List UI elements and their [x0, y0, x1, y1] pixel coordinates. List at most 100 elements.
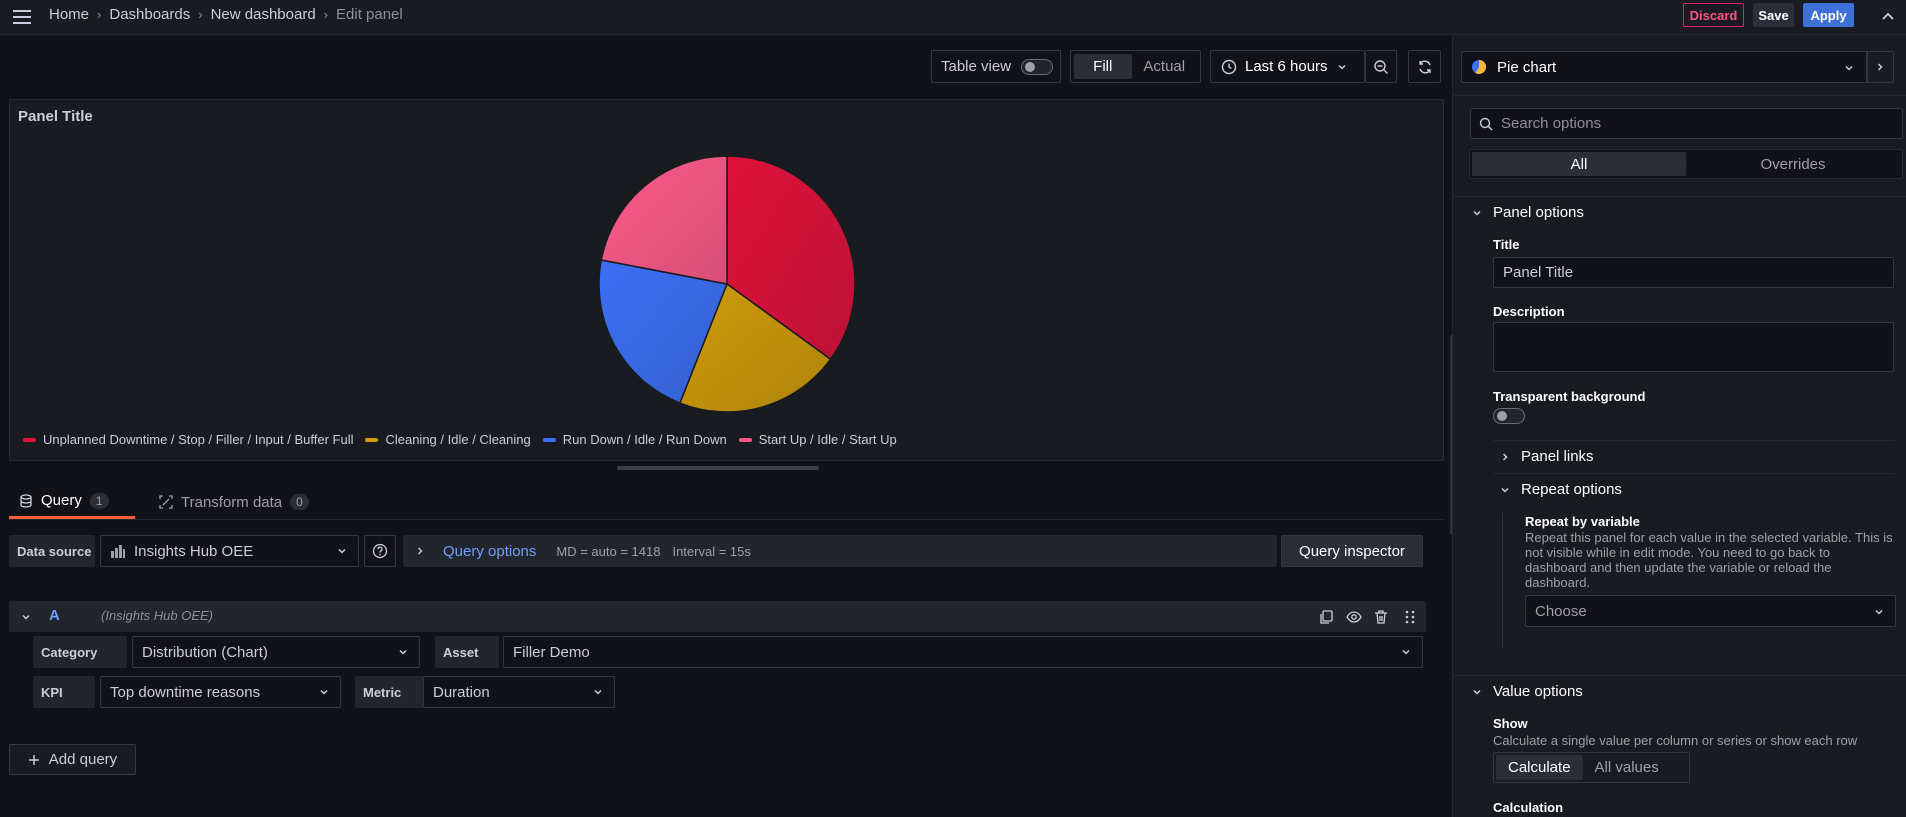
refresh-button[interactable]	[1408, 50, 1441, 83]
breadcrumb-home[interactable]: Home	[49, 6, 89, 23]
top-bar: Home › Dashboards › New dashboard › Edit…	[0, 0, 1906, 35]
query-datasource-name: (Insights Hub OEE)	[101, 608, 213, 623]
all-values-option[interactable]: All values	[1583, 755, 1671, 780]
table-view-switch[interactable]	[1021, 58, 1054, 75]
panel-options-header[interactable]: Panel options	[1471, 204, 1584, 221]
section-indent-line	[1502, 513, 1503, 649]
query-options-bar[interactable]: Query options MD = auto = 1418 Interval …	[403, 535, 1277, 567]
editor-tabs: Query 1 Transform data 0	[9, 485, 1444, 520]
search-options-field[interactable]	[1470, 108, 1903, 139]
data-source-label: Data source	[9, 535, 95, 567]
kpi-label: KPI	[33, 676, 95, 708]
add-query-button[interactable]: Add query	[9, 744, 136, 775]
chevron-down-icon	[1471, 686, 1483, 698]
time-range-picker[interactable]: Last 6 hours	[1210, 50, 1365, 83]
transparent-background-label: Transparent background	[1493, 389, 1646, 404]
title-field-label: Title	[1493, 237, 1520, 252]
discard-button[interactable]: Discard	[1683, 3, 1744, 27]
interval-info: Interval = 15s	[672, 543, 751, 559]
transparent-background-switch[interactable]	[1493, 408, 1525, 424]
show-mode-switch: Calculate All values	[1493, 752, 1690, 783]
panel-preview: Panel Title Unplanned Downtime / Stop / …	[9, 99, 1444, 461]
fill-actual-switch: Fill Actual	[1070, 50, 1201, 83]
breadcrumb-new-dashboard[interactable]: New dashboard	[211, 6, 316, 23]
query-ref-id[interactable]: A	[49, 607, 60, 624]
chevron-down-icon	[1873, 606, 1885, 618]
add-query-label: Add query	[48, 751, 118, 768]
divider	[1452, 196, 1906, 197]
query-options-label: Query options	[443, 542, 537, 560]
kpi-value: Top downtime reasons	[110, 683, 261, 701]
panel-resize-handle[interactable]	[617, 466, 819, 470]
actual-option[interactable]: Actual	[1132, 54, 1197, 79]
tab-query-label: Query	[41, 492, 82, 509]
chevron-down-icon	[592, 686, 604, 698]
legend-item[interactable]: Start Up / Idle / Start Up	[738, 432, 897, 447]
repeat-variable-select[interactable]: Choose	[1525, 595, 1896, 627]
question-circle-icon	[372, 543, 388, 559]
data-source-select[interactable]: Insights Hub OEE	[100, 535, 359, 567]
legend-item[interactable]: Run Down / Idle / Run Down	[542, 432, 727, 447]
breadcrumb: Home › Dashboards › New dashboard › Edit…	[49, 6, 403, 23]
calculate-option[interactable]: Calculate	[1496, 755, 1583, 780]
fill-option[interactable]: Fill	[1074, 54, 1132, 79]
chevron-down-icon	[336, 545, 348, 557]
clock-icon	[1221, 59, 1237, 75]
visualization-name: Pie chart	[1497, 58, 1557, 76]
calculation-label: Calculation	[1493, 800, 1564, 815]
data-source-help-button[interactable]	[364, 535, 396, 567]
chevron-down-icon	[1400, 646, 1412, 658]
divider	[1493, 473, 1894, 474]
zoom-out-button[interactable]	[1365, 50, 1397, 83]
breadcrumb-separator-icon: ›	[198, 7, 203, 22]
kpi-select[interactable]: Top downtime reasons	[100, 676, 341, 708]
visualization-picker[interactable]: Pie chart	[1461, 51, 1868, 83]
chevron-right-icon	[1874, 61, 1886, 73]
title-input[interactable]: Panel Title	[1493, 257, 1894, 288]
query-row-header[interactable]: A (Insights Hub OEE)	[9, 601, 1426, 632]
legend-label: Unplanned Downtime / Stop / Filler / Inp…	[43, 432, 354, 447]
eye-icon[interactable]	[1345, 608, 1363, 626]
search-options-input[interactable]	[1501, 115, 1881, 132]
table-view-toggle[interactable]: Table view	[931, 50, 1061, 83]
database-icon	[19, 493, 33, 508]
chevron-down-icon	[1336, 61, 1348, 73]
menu-icon[interactable]	[10, 5, 34, 29]
show-label: Show	[1493, 716, 1528, 731]
asset-select[interactable]: Filler Demo	[503, 636, 1423, 668]
tab-transform-data[interactable]: Transform data 0	[149, 485, 319, 519]
tab-query[interactable]: Query 1	[9, 485, 135, 519]
description-textarea[interactable]	[1493, 322, 1894, 372]
time-range-label: Last 6 hours	[1245, 58, 1328, 75]
max-data-points-info: MD = auto = 1418	[556, 543, 661, 559]
legend-item[interactable]: Cleaning / Idle / Cleaning	[365, 432, 531, 447]
value-options-header[interactable]: Value options	[1471, 683, 1583, 700]
asset-value: Filler Demo	[513, 643, 590, 661]
repeat-by-variable-label: Repeat by variable	[1525, 514, 1640, 529]
legend-label: Cleaning / Idle / Cleaning	[385, 432, 531, 447]
repeat-variable-placeholder: Choose	[1535, 602, 1587, 620]
panel-links-header[interactable]: Panel links	[1499, 448, 1594, 465]
repeat-options-header[interactable]: Repeat options	[1499, 481, 1622, 498]
apply-button[interactable]: Apply	[1803, 3, 1854, 27]
category-select[interactable]: Distribution (Chart)	[132, 636, 420, 668]
chevron-down-icon	[318, 686, 330, 698]
chevron-right-icon	[415, 546, 425, 556]
drag-handle-icon[interactable]	[1401, 608, 1419, 626]
tab-all[interactable]: All	[1472, 152, 1686, 176]
visualization-expand-button[interactable]	[1866, 51, 1894, 83]
duplicate-icon[interactable]	[1317, 608, 1335, 626]
breadcrumb-dashboards[interactable]: Dashboards	[109, 6, 190, 23]
save-button[interactable]: Save	[1753, 3, 1794, 27]
legend-item[interactable]: Unplanned Downtime / Stop / Filler / Inp…	[23, 432, 353, 447]
chevron-down-icon[interactable]	[20, 611, 32, 623]
tab-overrides[interactable]: Overrides	[1686, 152, 1900, 176]
chevron-up-icon[interactable]	[1876, 5, 1900, 29]
metric-select[interactable]: Duration	[423, 676, 615, 708]
repeat-description-line: dashboard.	[1525, 575, 1591, 590]
chevron-down-icon	[1499, 484, 1511, 496]
query-inspector-button[interactable]: Query inspector	[1281, 535, 1423, 567]
chevron-down-icon	[1471, 207, 1483, 219]
trash-icon[interactable]	[1372, 608, 1390, 626]
legend-swatch	[738, 437, 752, 442]
